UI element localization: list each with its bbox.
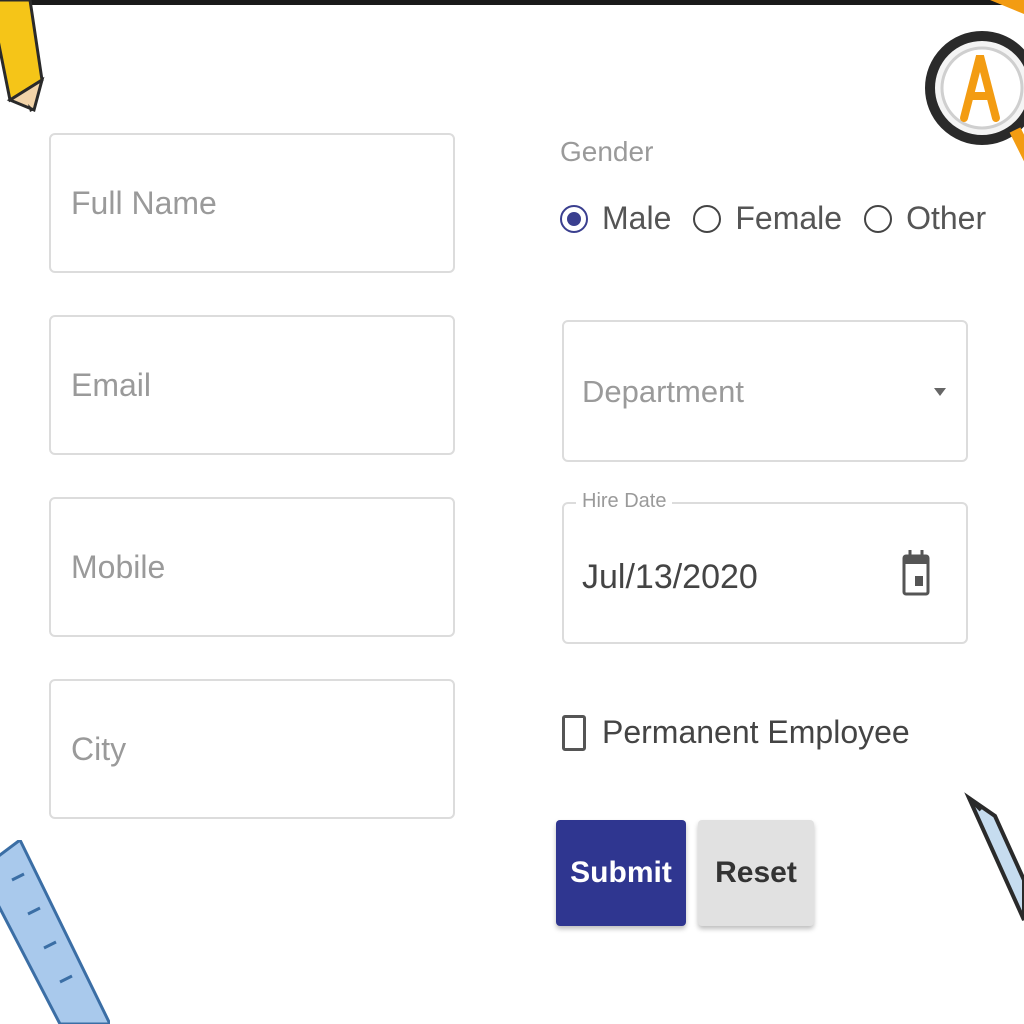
gender-radio-group: Male Female Other bbox=[560, 200, 1008, 237]
calendar-icon[interactable] bbox=[902, 550, 930, 596]
other-radio[interactable] bbox=[864, 204, 893, 233]
hire-date-value: Jul/13/2020 bbox=[582, 558, 758, 596]
pen-icon bbox=[964, 792, 1024, 921]
department-select[interactable]: Department bbox=[562, 320, 968, 462]
permanent-employee-checkbox[interactable] bbox=[562, 714, 586, 751]
female-label: Female bbox=[735, 200, 843, 236]
mobile-input[interactable] bbox=[69, 547, 453, 587]
top-border bbox=[0, 0, 1024, 5]
department-placeholder: Department bbox=[582, 374, 744, 409]
full-name-field[interactable] bbox=[49, 133, 455, 273]
email-field[interactable] bbox=[49, 315, 455, 455]
gender-option-other[interactable]: Other bbox=[864, 200, 986, 237]
mobile-field[interactable] bbox=[49, 497, 455, 637]
full-name-input[interactable] bbox=[69, 183, 453, 223]
gender-label: Gender bbox=[560, 136, 654, 167]
hire-date-label: Hire Date bbox=[576, 490, 673, 513]
city-input[interactable] bbox=[69, 729, 453, 769]
magnifier-icon bbox=[925, 0, 1024, 162]
ruler-icon bbox=[0, 840, 110, 1024]
male-label: Male bbox=[602, 200, 672, 236]
pencil-icon bbox=[0, 0, 45, 113]
submit-button[interactable]: Submit bbox=[556, 820, 686, 926]
other-label: Other bbox=[906, 200, 987, 236]
email-input[interactable] bbox=[69, 365, 453, 405]
reset-button[interactable]: Reset bbox=[698, 820, 814, 926]
gender-option-male[interactable]: Male bbox=[560, 200, 671, 237]
gender-option-female[interactable]: Female bbox=[693, 200, 842, 237]
female-radio[interactable] bbox=[693, 204, 722, 233]
city-field[interactable] bbox=[49, 679, 455, 819]
permanent-employee-label: Permanent Employee bbox=[602, 714, 910, 750]
male-radio[interactable] bbox=[560, 204, 588, 233]
permanent-employee-option[interactable]: Permanent Employee bbox=[562, 714, 910, 751]
hire-date-field[interactable]: Hire Date Jul/13/2020 bbox=[562, 490, 968, 644]
dropdown-arrow-icon bbox=[934, 388, 946, 396]
